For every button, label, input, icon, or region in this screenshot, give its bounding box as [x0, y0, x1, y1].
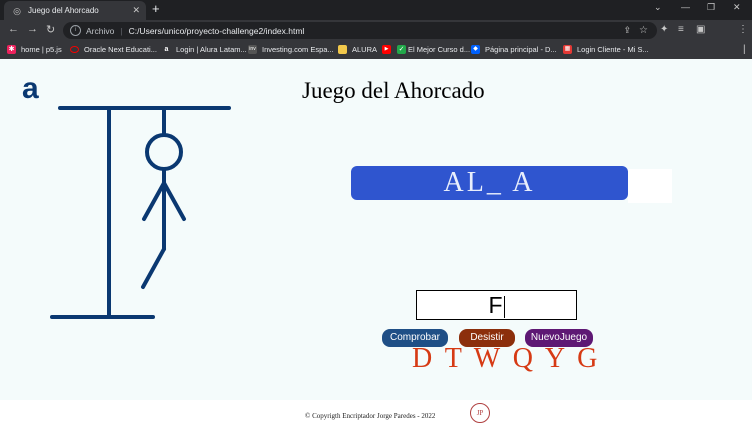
reading-list-icon[interactable]: ≡: [678, 24, 684, 35]
bookmarks-overflow-icon[interactable]: |: [743, 44, 746, 55]
reload-icon[interactable]: ↻: [46, 23, 55, 36]
text-caret: [503, 295, 505, 318]
hangman-drawing: [50, 106, 231, 319]
browser-tab[interactable]: ◎ Juego del Ahorcado ✕: [4, 1, 146, 20]
letter-input-value: F: [488, 292, 503, 318]
youtube-icon: ▶: [382, 45, 391, 54]
bookmark-oracle[interactable]: Oracle Next Educati...: [70, 45, 157, 54]
menu-icon[interactable]: ⋮: [738, 24, 748, 35]
secret-word-display: AL_ A: [443, 167, 536, 198]
bookmark-youtube[interactable]: ▶: [382, 45, 396, 54]
bookmark-login-cliente[interactable]: ▦ Login Cliente - Mi S...: [563, 45, 649, 54]
page-title: Juego del Ahorcado: [302, 78, 485, 103]
back-icon[interactable]: ←: [8, 23, 19, 35]
browser-tab-bar: ◎ Juego del Ahorcado ✕ + ⌄ — ❐ ✕: [0, 0, 752, 20]
share-icon[interactable]: ⇪: [623, 25, 631, 36]
minimize-icon[interactable]: —: [681, 2, 690, 12]
bookmark-dropbox[interactable]: ◆ Página principal - D...: [471, 45, 557, 54]
hangman-left-leg: [141, 247, 166, 289]
globe-icon: ◎: [13, 5, 21, 16]
hangman-right-arm: [162, 181, 186, 221]
extensions-icon[interactable]: ✦: [660, 24, 668, 35]
close-window-icon[interactable]: ✕: [733, 2, 741, 13]
investing-icon: inv: [248, 45, 257, 54]
bookmark-icon: ✱: [7, 45, 16, 54]
bookmark-investing[interactable]: inv Investing.com Espa...: [248, 45, 334, 54]
info-icon[interactable]: i: [70, 25, 81, 36]
oracle-icon: [70, 46, 79, 53]
word-panel-extension: [628, 169, 672, 203]
bookmark-label: ALURA: [352, 45, 378, 54]
chevron-down-icon[interactable]: ⌄: [654, 2, 662, 13]
url-separator: |: [120, 25, 123, 36]
author-logo: JP: [470, 403, 490, 423]
restore-icon[interactable]: ❐: [707, 2, 715, 13]
close-tab-icon[interactable]: ✕: [132, 5, 140, 16]
bookmark-label: Login Cliente - Mi S...: [577, 45, 649, 54]
dropbox-icon: ◆: [471, 45, 480, 54]
bookmark-p5js[interactable]: ✱ home | p5.js: [7, 45, 62, 54]
bookmark-label: Página principal - D...: [485, 45, 557, 54]
star-icon[interactable]: ☆: [639, 25, 648, 36]
tab-title: Juego del Ahorcado: [28, 6, 99, 15]
bookmark-label: Login | Alura Latam...: [176, 45, 247, 54]
footer: © Copyrigth Encriptador Jorge Paredes - …: [0, 400, 752, 423]
page-body: a Juego del Ahorcado AL_ A F Comprobar D…: [0, 59, 752, 400]
hangman-head: [145, 133, 183, 171]
wrong-letters: D T W Q Y G: [412, 343, 601, 374]
bookmark-label: Oracle Next Educati...: [84, 45, 157, 54]
bookmarks-bar: ✱ home | p5.js Oracle Next Educati... a …: [0, 41, 752, 59]
alura-icon: a: [164, 46, 169, 53]
browser-toolbar: ← → ↻ i Archivo | C:/Users/unico/proyect…: [0, 20, 752, 57]
bookmark-label: El Mejor Curso d...: [408, 45, 471, 54]
url-text[interactable]: C:/Users/unico/proyecto-challenge2/index…: [129, 26, 305, 36]
side-panel-icon[interactable]: ▣: [696, 24, 705, 35]
alura-logo: a: [22, 72, 39, 105]
forward-icon[interactable]: →: [27, 23, 38, 35]
bookmark-alura-login[interactable]: a Login | Alura Latam...: [162, 45, 247, 54]
checkbox-icon: ✓: [397, 45, 406, 54]
address-bar[interactable]: i Archivo | C:/Users/unico/proyecto-chal…: [63, 22, 657, 39]
grid-icon: ▦: [563, 45, 572, 54]
folder-icon: [338, 45, 347, 54]
new-tab-icon[interactable]: +: [152, 2, 160, 16]
bookmark-label: Investing.com Espa...: [262, 45, 334, 54]
bookmark-alura-folder[interactable]: ALURA: [338, 45, 377, 54]
copyright-text: © Copyrigth Encriptador Jorge Paredes - …: [305, 412, 436, 420]
letter-input[interactable]: F: [416, 290, 577, 320]
bookmark-label: home | p5.js: [21, 45, 62, 54]
bookmark-curso[interactable]: ✓ El Mejor Curso d...: [397, 45, 470, 54]
hangman-left-arm: [142, 181, 166, 221]
url-scheme-label: Archivo: [86, 25, 115, 36]
